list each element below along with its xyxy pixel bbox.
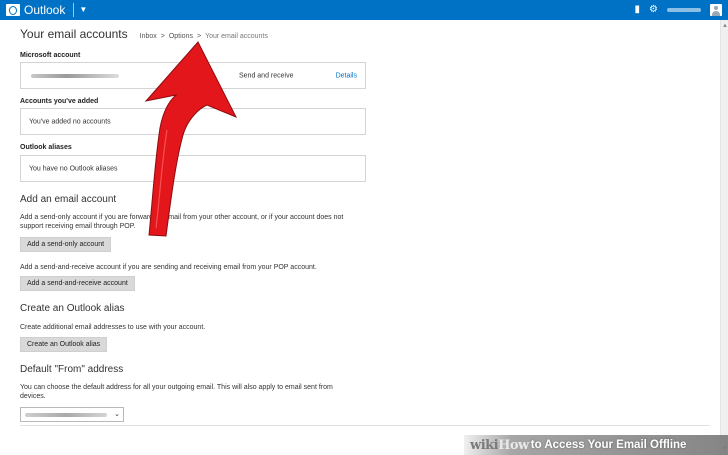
added-accounts-empty-text: You've added no accounts	[29, 118, 111, 125]
chat-icon[interactable]: ▮	[635, 0, 641, 20]
default-from-description: You can choose the default address for a…	[20, 384, 333, 400]
create-alias-heading: Create an Outlook alias	[20, 303, 125, 314]
create-alias-description: Create additional email addresses to use…	[20, 324, 206, 331]
scroll-up-icon[interactable]: ▲	[721, 22, 728, 30]
aliases-empty-text: You have no Outlook aliases	[29, 165, 118, 172]
breadcrumb: Inbox > Options > Your email accounts	[140, 33, 268, 40]
vertical-scrollbar[interactable]: ▲ ▼	[720, 20, 728, 455]
aliases-box: You have no Outlook aliases	[20, 155, 366, 182]
user-name-redacted[interactable]	[667, 8, 701, 12]
topbar-actions: ▮ ⚙	[635, 0, 722, 20]
breadcrumb-inbox[interactable]: Inbox	[140, 33, 157, 40]
outlook-brand[interactable]: Outlook ▼	[0, 0, 87, 20]
added-accounts-box: You've added no accounts	[20, 108, 366, 135]
create-alias-button[interactable]: Create an Outlook alias	[20, 337, 108, 352]
gear-icon[interactable]: ⚙	[649, 0, 658, 20]
microsoft-account-box: Send and receive Details	[20, 62, 366, 89]
chevron-down-icon[interactable]: ▼	[79, 0, 87, 20]
breadcrumb-current: Your email accounts	[205, 33, 268, 40]
page-title: Your email accounts	[20, 27, 128, 41]
send-only-description: Add a send-only account if you are forwa…	[20, 214, 344, 230]
added-accounts-label: Accounts you've added	[20, 98, 99, 105]
chevron-down-icon[interactable]: ⌄	[114, 408, 120, 421]
breadcrumb-separator: >	[160, 33, 165, 40]
aliases-label: Outlook aliases	[20, 144, 72, 151]
account-address-redacted	[31, 73, 119, 78]
avatar[interactable]	[710, 4, 722, 16]
wikihow-logo: wikiHow	[470, 437, 529, 453]
brand-divider	[73, 3, 75, 17]
selected-address-redacted	[25, 413, 107, 417]
wikihow-watermark: wikiHow to Access Your Email Offline	[464, 435, 728, 455]
send-receive-description: Add a send-and-receive account if you ar…	[20, 264, 317, 271]
account-status: Send and receive	[239, 72, 294, 79]
bottom-divider	[20, 425, 710, 426]
add-send-receive-button[interactable]: Add a send-and-receive account	[20, 276, 135, 291]
microsoft-account-label: Microsoft account	[20, 52, 81, 59]
top-bar: Outlook ▼ ▮ ⚙	[0, 0, 728, 20]
breadcrumb-options[interactable]: Options	[169, 33, 193, 40]
add-send-only-button[interactable]: Add a send-only account	[20, 237, 112, 252]
outlook-logo-icon	[6, 4, 20, 16]
add-account-heading: Add an email account	[20, 194, 117, 205]
watermark-title: to Access Your Email Offline	[530, 439, 687, 451]
details-link[interactable]: Details	[336, 72, 357, 79]
default-from-heading: Default "From" address	[20, 364, 124, 375]
brand-name: Outlook	[24, 3, 66, 17]
breadcrumb-separator: >	[196, 33, 202, 40]
default-from-select[interactable]: ⌄	[20, 407, 124, 422]
page-header: Your email accounts Inbox > Options > Yo…	[20, 27, 268, 41]
